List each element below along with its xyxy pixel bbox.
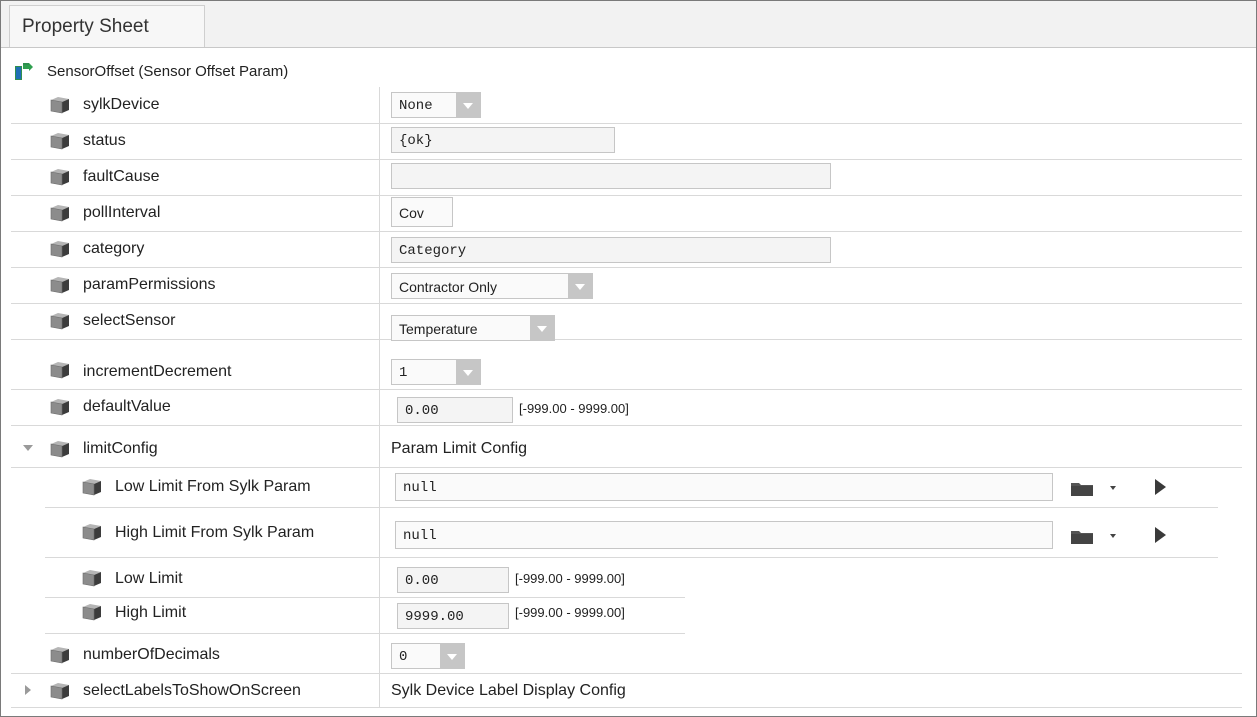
slot-cube-icon [49,96,71,114]
menu-caret-icon[interactable] [1110,534,1116,538]
property-name: limitConfig [83,440,158,457]
property-name: status [83,132,126,149]
property-name: defaultValue [83,398,171,415]
property-row-selectlabelstoshowonscreen: selectLabelsToShowOnScreen Sylk Device L… [11,673,1242,708]
property-row-incrementdecrement: incrementDecrement 1 [11,339,1242,390]
low-limit-field[interactable]: 0.00 [397,567,509,593]
slot-cube-icon [49,204,71,222]
defaultvalue-field[interactable]: 0.00 [397,397,513,423]
property-name: paramPermissions [83,276,216,293]
dropdown-value: 0 [399,649,408,665]
slot-cube-icon [49,312,71,330]
slot-cube-icon [81,569,103,587]
dropdown-value: 1 [399,365,408,381]
slot-cube-icon [49,398,71,416]
chevron-down-icon[interactable] [568,274,592,298]
dropdown-value: None [399,98,433,114]
slot-cube-icon [49,440,71,458]
status-field: {ok} [391,127,615,153]
slot-cube-icon [49,646,71,664]
incrementdecrement-dropdown[interactable]: 1 [391,359,481,385]
low-limit-range: [-999.00 - 9999.00] [515,571,625,586]
faultcause-field [391,163,831,189]
property-row-sylkdevice: sylkDevice None [11,87,1242,124]
dropdown-value: Temperature [399,321,478,337]
property-row-faultcause: faultCause [11,159,1242,196]
property-row-numberofdecimals: numberOfDecimals 0 [11,637,1242,674]
property-row-status: status {ok} [11,123,1242,160]
sylkdevice-dropdown[interactable]: None [391,92,481,118]
property-name: pollInterval [83,204,161,221]
expand-chevron-right-icon[interactable] [25,685,31,695]
property-name: Low Limit [115,570,183,587]
chevron-down-icon[interactable] [530,316,554,340]
property-name: incrementDecrement [83,363,232,380]
property-name: selectSensor [83,312,176,329]
property-name: sylkDevice [83,96,160,113]
category-field[interactable]: Category [391,237,831,263]
selectlabels-value: Sylk Device Label Display Config [391,682,626,699]
property-name: category [83,240,145,257]
chevron-down-icon[interactable] [456,360,480,384]
menu-caret-icon[interactable] [1110,486,1116,490]
slot-cube-icon [49,682,71,700]
slot-cube-icon [49,168,71,186]
play-icon[interactable] [1155,527,1166,543]
expand-chevron-down-icon[interactable] [23,445,33,451]
property-row-high-limit-from-sylk-param: High Limit From Sylk Param null [45,507,1218,558]
folder-icon[interactable] [1069,478,1095,498]
root-component-row[interactable]: SensorOffset (Sensor Offset Param) [1,57,1256,87]
defaultvalue-range: [-999.00 - 9999.00] [519,401,629,416]
slot-cube-icon [49,276,71,294]
slot-cube-icon [49,240,71,258]
slot-cube-icon [49,132,71,150]
play-icon[interactable] [1155,479,1166,495]
slot-cube-icon [81,603,103,621]
chevron-down-icon[interactable] [456,93,480,117]
limitconfig-value: Param Limit Config [391,440,528,457]
tab-property-sheet[interactable]: Property Sheet [9,5,205,47]
property-name: selectLabelsToShowOnScreen [83,682,301,699]
selectsensor-dropdown[interactable]: Temperature [391,315,555,341]
high-limit-sylk-param-field[interactable]: null [395,521,1053,549]
folder-icon[interactable] [1069,526,1095,546]
pollinterval-field[interactable]: Cov [391,197,453,227]
high-limit-field[interactable]: 9999.00 [397,603,509,629]
component-link-icon [15,63,33,80]
slot-cube-icon [81,523,103,541]
slot-cube-icon [49,361,71,379]
low-limit-sylk-param-field[interactable]: null [395,473,1053,501]
property-row-parampermissions: paramPermissions Contractor Only [11,267,1242,304]
tab-label: Property Sheet [22,16,149,37]
dropdown-value: Contractor Only [399,279,498,295]
property-sheet-panel: Property Sheet SensorOffset (Sensor Offs… [0,0,1257,717]
property-row-limitconfig: limitConfig Param Limit Config [11,431,1242,468]
property-name: High Limit From Sylk Param [115,524,315,541]
tab-bar: Property Sheet [1,1,1256,48]
property-row-selectsensor: selectSensor Temperature [11,303,1242,341]
property-name: faultCause [83,168,160,185]
chevron-down-icon[interactable] [440,644,464,668]
high-limit-range: [-999.00 - 9999.00] [515,605,625,620]
parampermissions-dropdown[interactable]: Contractor Only [391,273,593,299]
slot-cube-icon [81,478,103,496]
property-row-low-limit-from-sylk-param: Low Limit From Sylk Param null [45,467,1218,508]
property-row-defaultvalue: defaultValue 0.00 [-999.00 - 9999.00] [11,389,1242,426]
property-row-high-limit: High Limit 9999.00 [-999.00 - 9999.00] [45,597,685,634]
property-name: High Limit [115,604,187,621]
property-name: numberOfDecimals [83,646,220,663]
property-row-low-limit: Low Limit 0.00 [-999.00 - 9999.00] [45,561,685,598]
root-component-label: SensorOffset (Sensor Offset Param) [47,63,289,80]
numberofdecimals-dropdown[interactable]: 0 [391,643,465,669]
property-row-category: category Category [11,231,1242,268]
property-row-pollinterval: pollInterval Cov [11,195,1242,232]
property-name: Low Limit From Sylk Param [115,478,311,495]
